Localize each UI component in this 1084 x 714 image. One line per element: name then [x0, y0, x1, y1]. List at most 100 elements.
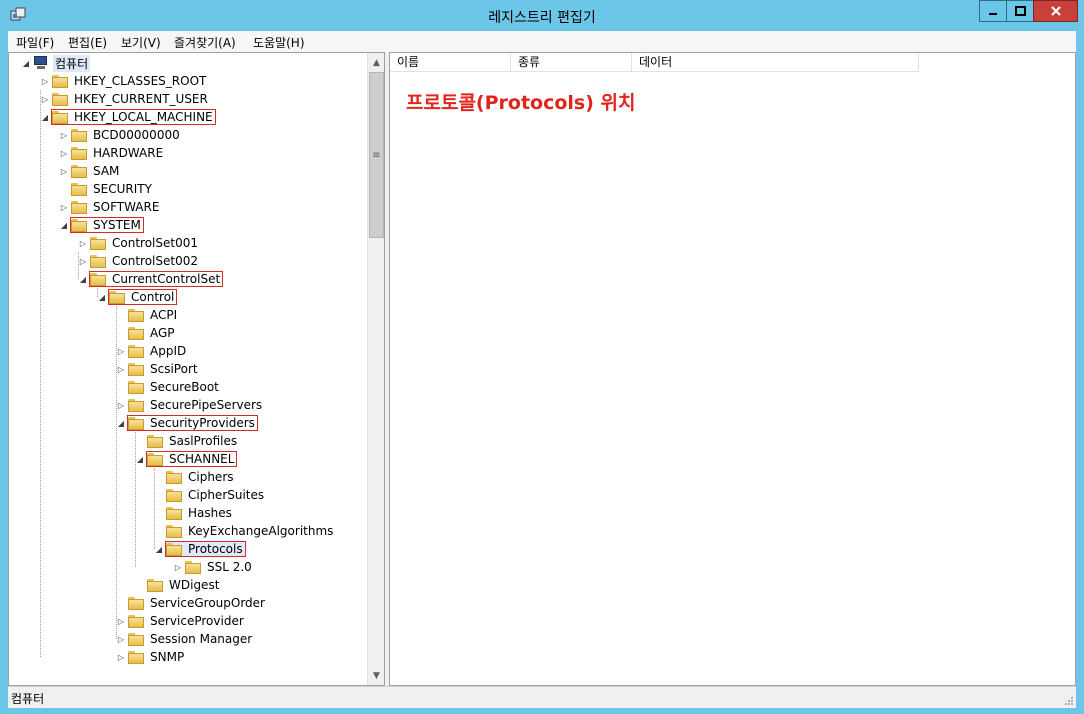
tree-item[interactable]: SecureBoot	[116, 378, 221, 396]
expand-icon[interactable]: ▷	[173, 562, 183, 572]
tree-item[interactable]: ▷ BCD00000000	[59, 126, 182, 144]
tree-item[interactable]: ServiceGroupOrder	[116, 594, 267, 612]
title-bar[interactable]: 레지스트리 편집기	[0, 0, 1084, 31]
tree-item-content[interactable]: KeyExchangeAlgorithms	[166, 524, 335, 538]
tree-item-content[interactable]: HKEY_CURRENT_USER	[52, 92, 210, 106]
tree-item[interactable]: ACPI	[116, 306, 179, 324]
tree-item[interactable]: WDigest	[135, 576, 221, 594]
collapse-icon[interactable]: ◢	[97, 292, 107, 302]
tree-item[interactable]: ◢ Protocols	[154, 540, 246, 558]
tree-item[interactable]: ▷ ControlSet002	[78, 252, 200, 270]
tree-item-content[interactable]: SYSTEM	[70, 217, 144, 233]
expand-icon[interactable]: ▷	[59, 202, 69, 212]
tree-item[interactable]: ▷ ServiceProvider	[116, 612, 246, 630]
tree-item[interactable]: ▷ SAM	[59, 162, 121, 180]
tree-item[interactable]: ▷ SNMP	[116, 648, 186, 666]
expand-icon[interactable]: ▷	[116, 634, 126, 644]
resize-grip-icon[interactable]	[1064, 696, 1074, 706]
tree-item-content[interactable]: HKEY_CLASSES_ROOT	[52, 74, 208, 88]
expand-icon[interactable]: ▷	[116, 616, 126, 626]
tree-item[interactable]: AGP	[116, 324, 177, 342]
tree-item-content[interactable]: BCD00000000	[71, 128, 182, 142]
scrollbar-thumb[interactable]: ≡	[369, 72, 384, 238]
registry-tree-pane[interactable]: ◢ 컴퓨터 ▲ ≡ ▼ ▷ HKEY_CLASSES_ROOT ▷ HKEY_CURR…	[8, 52, 385, 686]
tree-item-content[interactable]: ServiceProvider	[128, 614, 246, 628]
scroll-up-icon[interactable]: ▲	[368, 54, 384, 71]
scroll-down-icon[interactable]: ▼	[368, 667, 384, 684]
tree-item[interactable]: ◢ HKEY_LOCAL_MACHINE	[40, 108, 216, 126]
collapse-icon[interactable]: ◢	[154, 544, 164, 554]
tree-item-content[interactable]: SaslProfiles	[147, 434, 239, 448]
tree-item-content[interactable]: HARDWARE	[71, 146, 165, 160]
tree-item-content[interactable]: WDigest	[147, 578, 221, 592]
tree-item-content[interactable]: SOFTWARE	[71, 200, 161, 214]
tree-item-content[interactable]: SECURITY	[71, 182, 154, 196]
tree-item-content[interactable]: SAM	[71, 164, 121, 178]
expand-icon[interactable]: ▷	[59, 130, 69, 140]
collapse-icon[interactable]: ◢	[116, 418, 126, 428]
tree-item[interactable]: ▷ HARDWARE	[59, 144, 165, 162]
tree-item[interactable]: ◢ SecurityProviders	[116, 414, 258, 432]
menu-help[interactable]: 도움말(H)	[253, 34, 305, 51]
expand-icon[interactable]: ▷	[116, 364, 126, 374]
values-list-pane[interactable]: 이름 종류 데이터 프로토콜(Protocols) 위치	[389, 52, 1076, 686]
tree-item-content[interactable]: Protocols	[165, 541, 246, 557]
tree-item-content[interactable]: SecurityProviders	[127, 415, 258, 431]
expand-icon[interactable]: ▷	[59, 148, 69, 158]
tree-item-content[interactable]: ACPI	[128, 308, 179, 322]
tree-item-content[interactable]: SecureBoot	[128, 380, 221, 394]
tree-item[interactable]: SECURITY	[59, 180, 154, 198]
collapse-icon[interactable]: ◢	[59, 220, 69, 230]
tree-item-content[interactable]: SSL 2.0	[185, 560, 254, 574]
tree-item-content[interactable]: AppID	[128, 344, 188, 358]
expand-icon[interactable]: ▷	[78, 256, 88, 266]
column-header-type[interactable]: 종류	[511, 53, 632, 72]
tree-item[interactable]: KeyExchangeAlgorithms	[154, 522, 335, 540]
expand-icon[interactable]: ▷	[59, 166, 69, 176]
tree-item-content[interactable]: Ciphers	[166, 470, 236, 484]
collapse-icon[interactable]: ◢	[40, 112, 50, 122]
tree-item-content[interactable]: Control	[107, 289, 178, 305]
tree-item[interactable]: SaslProfiles	[135, 432, 239, 450]
tree-item-content[interactable]: HKEY_LOCAL_MACHINE	[51, 109, 216, 125]
tree-scrollbar[interactable]: ▲ ≡ ▼	[367, 53, 384, 685]
tree-item[interactable]: ▷ Session Manager	[116, 630, 254, 648]
tree-item-content[interactable]: CipherSuites	[166, 488, 266, 502]
column-header-data[interactable]: 데이터	[632, 53, 919, 72]
tree-item[interactable]: ▷ ControlSet001	[78, 234, 200, 252]
menu-file[interactable]: 파일(F)	[16, 34, 54, 51]
minimize-button[interactable]	[979, 0, 1007, 22]
tree-item[interactable]: Ciphers	[154, 468, 236, 486]
tree-item[interactable]: ◢ Control	[97, 288, 178, 306]
collapse-icon[interactable]: ◢	[135, 454, 145, 464]
tree-item[interactable]: ◢ SCHANNEL	[135, 450, 238, 468]
expand-icon[interactable]: ▷	[116, 652, 126, 662]
tree-item-content[interactable]: CurrentControlSet	[88, 271, 224, 287]
tree-item-content[interactable]: SNMP	[128, 650, 186, 664]
tree-item-content[interactable]: ControlSet001	[90, 236, 200, 250]
expand-icon[interactable]: ▷	[116, 346, 126, 356]
tree-item[interactable]: ◢ CurrentControlSet	[78, 270, 224, 288]
tree-item[interactable]: ◢ SYSTEM	[59, 216, 144, 234]
tree-item-content[interactable]: ServiceGroupOrder	[128, 596, 267, 610]
collapse-icon[interactable]: ◢	[21, 58, 31, 68]
tree-item[interactable]: ▷ SSL 2.0	[173, 558, 254, 576]
tree-item[interactable]: ▷ ScsiPort	[116, 360, 200, 378]
collapse-icon[interactable]: ◢	[78, 274, 88, 284]
tree-item-content[interactable]: ScsiPort	[128, 362, 200, 376]
expand-icon[interactable]: ▷	[40, 76, 50, 86]
tree-item-content[interactable]: SecurePipeServers	[128, 398, 264, 412]
tree-item[interactable]: ▷ SOFTWARE	[59, 198, 161, 216]
menu-view[interactable]: 보기(V)	[121, 34, 161, 51]
tree-item-content[interactable]: SCHANNEL	[145, 451, 238, 467]
tree-item[interactable]: ▷ AppID	[116, 342, 188, 360]
tree-item[interactable]: CipherSuites	[154, 486, 266, 504]
menu-favorites[interactable]: 즐겨찾기(A)	[174, 34, 236, 51]
tree-item-content[interactable]: Session Manager	[128, 632, 254, 646]
expand-icon[interactable]: ▷	[116, 400, 126, 410]
expand-icon[interactable]: ▷	[78, 238, 88, 248]
expand-icon[interactable]: ▷	[40, 94, 50, 104]
close-button[interactable]	[1033, 0, 1078, 22]
tree-item[interactable]: Hashes	[154, 504, 234, 522]
tree-item[interactable]: ▷ HKEY_CLASSES_ROOT	[40, 72, 208, 90]
